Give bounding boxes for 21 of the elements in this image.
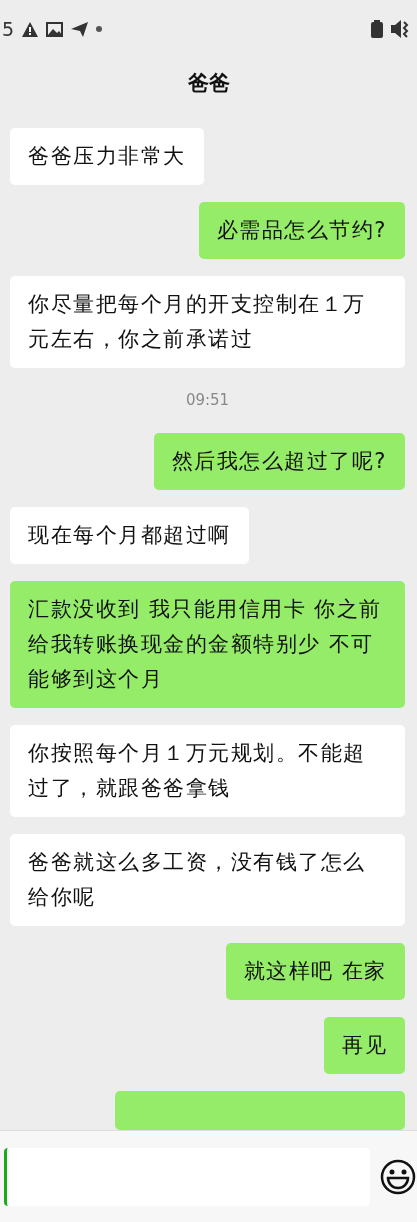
sent-message: 汇款没收到 我只能用信用卡 你之前给我转账换现金的金额特别少 不可能够到这个月 xyxy=(10,580,405,708)
received-message: 爸爸压力非常大 xyxy=(10,128,204,185)
received-message: 你尽量把每个月的开支控制在１万元左右，你之前承诺过 xyxy=(10,276,405,368)
sent-message: 然后我怎么超过了呢? xyxy=(153,432,405,490)
mute-icon xyxy=(391,20,411,38)
sent-message: 必需品怎么节约? xyxy=(198,202,405,259)
image-icon xyxy=(46,21,64,37)
sent-message: 再见 xyxy=(324,1016,405,1074)
battery-icon xyxy=(371,20,383,38)
send-icon xyxy=(71,21,89,37)
dot-icon xyxy=(96,26,103,32)
message-input[interactable] xyxy=(4,1147,370,1206)
sent-message: 就这样吧 在家 xyxy=(225,942,405,1000)
warning-icon xyxy=(22,21,39,37)
received-message: 你按照每个月１万元规划。不能超过了，就跟爸爸拿钱 xyxy=(10,724,405,817)
status-time: 5 xyxy=(2,16,15,42)
received-message: 现在每个月都超过啊 xyxy=(10,506,249,564)
emoji-icon[interactable] xyxy=(380,1158,416,1195)
chat-title: 爸爸 xyxy=(186,70,231,97)
timestamp: 09:51 xyxy=(185,390,230,411)
received-message: 爸爸就这么多工资，没有钱了怎么给你呢 xyxy=(10,833,405,926)
